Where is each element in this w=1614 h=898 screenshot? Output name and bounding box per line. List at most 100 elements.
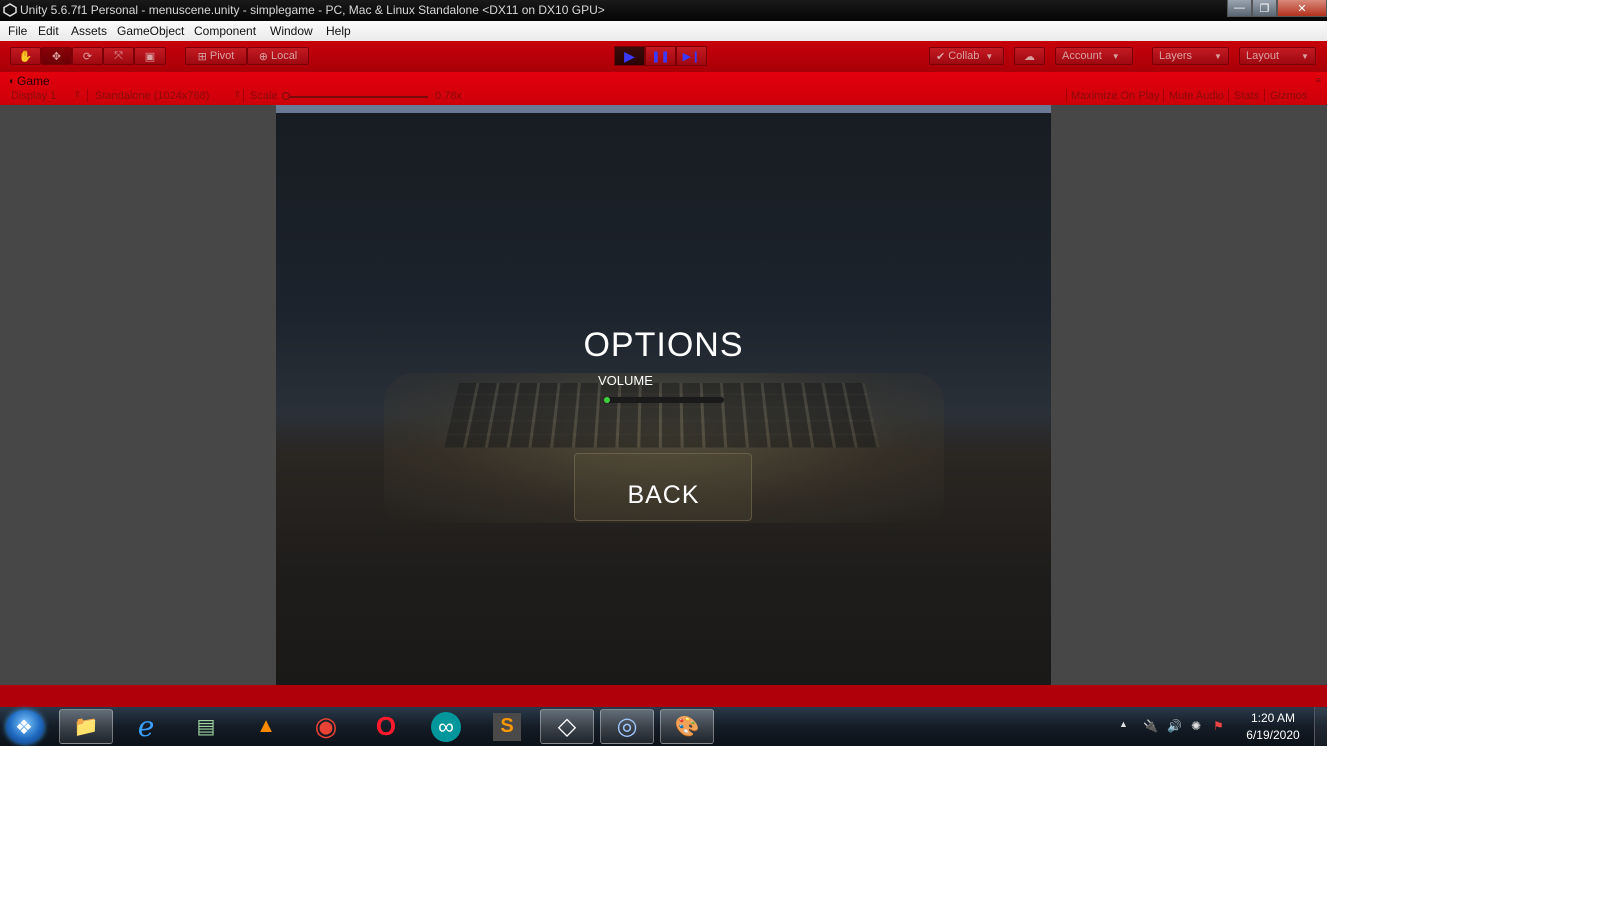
clock-time: 1:20 AM — [1250, 711, 1296, 725]
pivot-toggle[interactable]: ⊞ Pivot — [185, 47, 247, 65]
scale-label: Scale — [250, 90, 278, 102]
network-icon[interactable]: ✺ — [1191, 719, 1201, 733]
arduino-icon: ∞ — [431, 711, 461, 742]
tab-game[interactable]: ◖ Game — [8, 74, 50, 88]
unity-logo-icon — [3, 3, 17, 17]
taskbar-app-vlc[interactable]: ▲ — [239, 709, 293, 744]
show-desktop-button[interactable] — [1314, 707, 1327, 746]
resolution-dropdown[interactable]: Standalone (1024x768) — [95, 90, 209, 102]
scale-slider-handle[interactable] — [282, 92, 290, 100]
volume-icon[interactable]: 🔊 — [1167, 719, 1182, 733]
taskbar-app-task-manager[interactable]: ▤ — [179, 709, 233, 744]
viewport-top-strip — [276, 105, 1051, 113]
paint-icon: 🎨 — [674, 716, 700, 738]
taskbar-app-opera[interactable]: O — [359, 709, 413, 744]
local-label: Local — [270, 50, 298, 62]
rotate-tool-button[interactable]: ⟳ — [72, 47, 103, 65]
hand-icon: ✋ — [18, 50, 33, 63]
app-blue-icon: ◎ — [616, 713, 638, 740]
pause-button[interactable]: ❚❚ — [645, 46, 676, 66]
volume-slider-handle[interactable] — [604, 397, 610, 403]
stats-toggle[interactable]: Stats — [1234, 90, 1259, 102]
local-toggle[interactable]: ⊕ Local — [247, 47, 309, 65]
chevron-down-icon: ▼ — [1301, 51, 1309, 61]
pacman-icon: ◖ — [8, 75, 15, 87]
menu-component[interactable]: Component — [194, 24, 256, 38]
unity-icon: ◇ — [557, 713, 577, 740]
layout-label: Layout — [1246, 50, 1280, 62]
collab-dropdown[interactable]: ✔ Collab ▼ — [929, 47, 1004, 65]
taskbar-app-unity[interactable]: ◇ — [540, 709, 594, 744]
clock[interactable]: 1:20 AM 6/19/2020 — [1243, 711, 1303, 742]
pause-icon: ❚❚ — [651, 50, 670, 63]
power-plug-icon[interactable]: 🔌 — [1143, 719, 1158, 733]
move-tool-button[interactable]: ✥ — [41, 47, 72, 65]
action-center-flag-icon[interactable]: ⚑ — [1213, 719, 1224, 733]
step-icon: ▶❙ — [682, 50, 701, 63]
hand-tool-button[interactable]: ✋ — [10, 47, 41, 65]
move-icon: ✥ — [51, 50, 62, 63]
start-button[interactable] — [6, 710, 44, 744]
rect-tool-button[interactable]: ▣ — [134, 47, 166, 65]
taskbar-app-file-explorer[interactable]: 📁 — [59, 709, 113, 744]
menu-file[interactable]: File — [8, 24, 27, 38]
menu-help[interactable]: Help — [326, 24, 351, 38]
task-manager-icon: ▤ — [196, 716, 216, 738]
tab-game-label: Game — [17, 74, 50, 88]
menubar: File Edit Assets GameObject Component Wi… — [0, 21, 1327, 42]
toolbar: ✋ ✥ ⟳ ⤧ ▣ ⊞ Pivot ⊕ Local ▶ ❚❚ ▶❙ ✔ Coll… — [0, 41, 1327, 72]
panel-menu-icon[interactable]: ≡ — [1316, 75, 1321, 85]
clock-date: 6/19/2020 — [1246, 728, 1300, 742]
game-view-header: ◖ Game ≡ Display 1 ⇕ Standalone (1024x76… — [0, 72, 1327, 105]
menu-edit[interactable]: Edit — [38, 24, 59, 38]
window-title: Unity 5.6.7f1 Personal - menuscene.unity… — [20, 3, 605, 17]
display-dropdown[interactable]: Display 1 — [11, 90, 56, 102]
taskbar-app-chrome[interactable]: ◉ — [299, 709, 353, 744]
screen: Unity 5.6.7f1 Personal - menuscene.unity… — [0, 0, 1327, 746]
chrome-icon: ◉ — [314, 711, 338, 741]
minimize-button[interactable]: — — [1227, 0, 1252, 17]
layout-dropdown[interactable]: Layout ▼ — [1239, 47, 1316, 65]
maximize-on-play-toggle[interactable]: Maximize On Play — [1071, 90, 1160, 102]
scale-tool-button[interactable]: ⤧ — [103, 47, 134, 65]
file-explorer-icon: 📁 — [73, 716, 99, 738]
opera-icon: O — [375, 711, 397, 741]
sublime-text-icon: S — [493, 712, 521, 741]
gizmos-dropdown[interactable]: Gizmos — [1270, 90, 1307, 102]
taskbar-app-arduino[interactable]: ∞ — [419, 709, 473, 744]
play-button[interactable]: ▶ — [614, 46, 645, 66]
pivot-icon: ⊞ — [197, 50, 207, 63]
step-button[interactable]: ▶❙ — [676, 46, 707, 66]
internet-explorer-icon: e — [137, 710, 155, 743]
chevron-updown-icon: ⇕ — [234, 90, 241, 99]
rotate-icon: ⟳ — [82, 50, 93, 63]
cloud-button[interactable]: ☁ — [1014, 47, 1045, 65]
account-dropdown[interactable]: Account ▼ — [1055, 47, 1133, 65]
taskbar-app-sublime-text[interactable]: S — [480, 709, 534, 744]
window-titlebar: Unity 5.6.7f1 Personal - menuscene.unity… — [0, 0, 1327, 21]
layers-dropdown[interactable]: Layers ▼ — [1152, 47, 1229, 65]
playback-controls: ▶ ❚❚ ▶❙ — [614, 46, 707, 66]
play-icon: ▶ — [624, 47, 635, 64]
volume-slider[interactable] — [606, 397, 724, 403]
menu-gameobject[interactable]: GameObject — [117, 24, 184, 38]
scale-slider-track[interactable] — [284, 96, 428, 98]
taskbar-app-paint[interactable]: 🎨 — [660, 709, 714, 744]
maximize-button[interactable]: ❐ — [1252, 0, 1277, 17]
collab-label: Collab — [948, 50, 980, 62]
pivot-label: Pivot — [209, 50, 235, 62]
mute-audio-toggle[interactable]: Mute Audio — [1169, 90, 1224, 102]
show-hidden-icons-icon[interactable]: ▲ — [1119, 719, 1128, 729]
layers-label: Layers — [1159, 50, 1193, 62]
scale-value: 0.78x — [435, 90, 462, 102]
menu-window[interactable]: Window — [270, 24, 313, 38]
back-button[interactable]: BACK — [576, 475, 751, 515]
menu-assets[interactable]: Assets — [71, 24, 107, 38]
vlc-icon: ▲ — [256, 715, 276, 737]
taskbar-app-app-blue[interactable]: ◎ — [600, 709, 654, 744]
scale-icon: ⤧ — [114, 49, 123, 62]
close-button[interactable]: ✕ — [1277, 0, 1327, 17]
options-title: OPTIONS — [583, 326, 744, 364]
system-tray: ▲ 🔌 🔊 ✺ ⚑ 1:20 AM 6/19/2020 — [1113, 707, 1313, 746]
taskbar-app-internet-explorer[interactable]: e — [119, 709, 173, 744]
